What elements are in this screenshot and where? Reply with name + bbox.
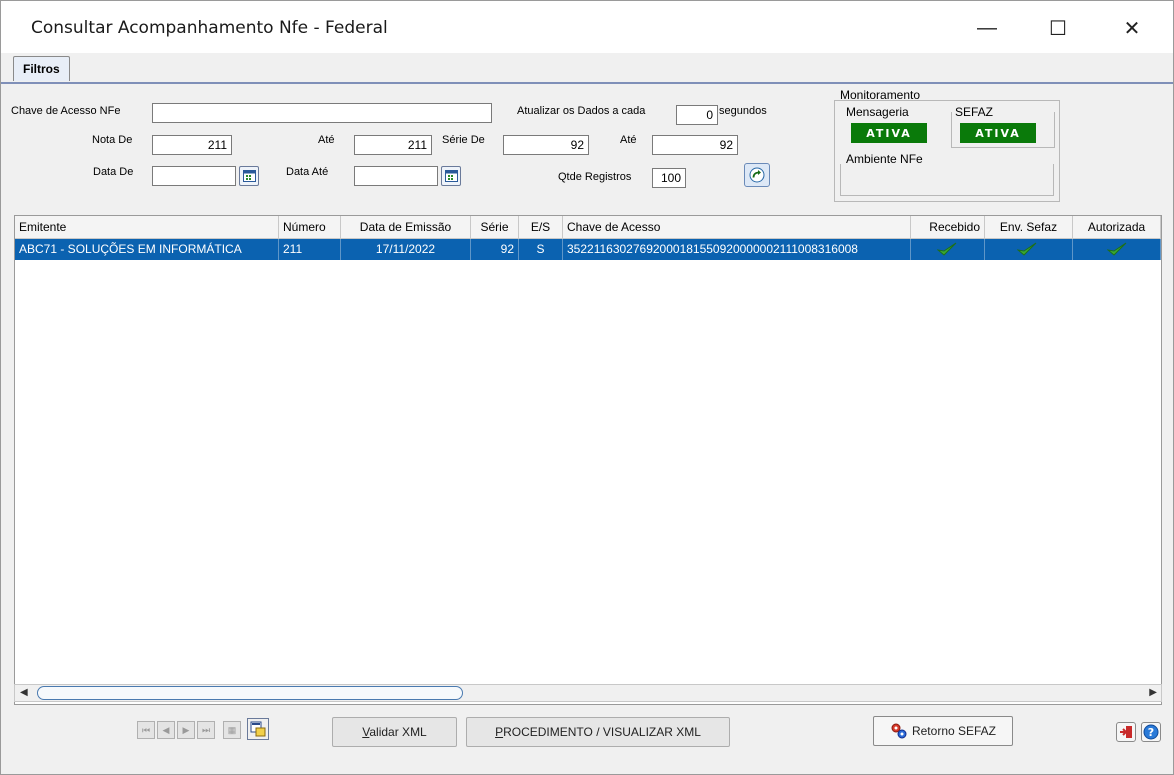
grid-header: Emitente Número Data de Emissão Série E/…: [15, 216, 1161, 239]
nav-next-icon[interactable]: ▶: [177, 721, 195, 739]
chave-input[interactable]: [152, 103, 492, 123]
validar-xml-button[interactable]: Validar XML: [332, 717, 457, 747]
cell-es: S: [519, 239, 563, 260]
mensageria-label: Mensageria: [846, 105, 909, 119]
scroll-left-icon[interactable]: ◀: [20, 687, 28, 698]
check-icon: [1017, 242, 1037, 256]
data-de-label: Data De: [93, 166, 134, 178]
chave-label: Chave de Acesso NFe: [11, 105, 121, 117]
exit-button[interactable]: [1116, 722, 1136, 742]
validar-xml-label: Validar XML: [362, 725, 427, 739]
refresh-button[interactable]: [744, 163, 770, 187]
nav-grid-icon[interactable]: ▦: [223, 721, 241, 739]
nav-prev-icon[interactable]: ◀: [157, 721, 175, 739]
help-icon: ?: [1143, 724, 1159, 740]
cell-serie: 92: [471, 239, 519, 260]
close-button[interactable]: ✕: [1109, 11, 1155, 45]
serie-ate-input[interactable]: 92: [652, 135, 738, 155]
serie-ate-label: Até: [620, 134, 637, 146]
cell-data-emissao: 17/11/2022: [341, 239, 471, 260]
minimize-button[interactable]: —: [964, 11, 1010, 45]
atualizar-input[interactable]: 0: [676, 105, 718, 125]
retorno-sefaz-button[interactable]: Retorno SEFAZ: [873, 716, 1013, 746]
procedimento-label: PROCEDIMENTO / VISUALIZAR XML: [495, 725, 701, 739]
nav-first-icon[interactable]: ⏮: [137, 721, 155, 739]
tab-strip: Filtros: [1, 53, 1173, 84]
serie-de-label: Série De: [442, 134, 485, 146]
serie-de-input[interactable]: 92: [503, 135, 589, 155]
window-title: Consultar Acompanhamento Nfe - Federal: [31, 18, 388, 38]
sefaz-status-badge: ATIVA: [960, 123, 1036, 143]
help-button[interactable]: ?: [1141, 722, 1161, 742]
qtde-label: Qtde Registros: [558, 171, 632, 183]
calendar-icon[interactable]: [239, 166, 259, 186]
exit-icon: [1120, 726, 1132, 738]
ambiente-group: [840, 164, 1054, 196]
title-bar: Consultar Acompanhamento Nfe - Federal —…: [1, 1, 1173, 53]
col-header-autorizada[interactable]: Autorizada: [1073, 216, 1161, 238]
qtde-input[interactable]: 100: [652, 168, 686, 188]
cell-recebido: [911, 239, 985, 260]
cell-emitente: ABC71 - SOLUÇÕES EM INFORMÁTICA: [15, 239, 279, 260]
col-header-serie[interactable]: Série: [471, 216, 519, 238]
nota-de-label: Nota De: [92, 134, 133, 146]
data-de-input[interactable]: [152, 166, 236, 186]
scroll-thumb[interactable]: [37, 686, 463, 700]
col-header-emitente[interactable]: Emitente: [15, 216, 279, 238]
gears-icon: [891, 723, 907, 739]
nota-ate-input[interactable]: 211: [354, 135, 432, 155]
table-row[interactable]: ABC71 - SOLUÇÕES EM INFORMÁTICA 211 17/1…: [15, 239, 1161, 260]
data-ate-label: Data Até: [286, 166, 329, 178]
horizontal-scrollbar[interactable]: ◀ ▶: [14, 684, 1162, 702]
col-header-numero[interactable]: Número: [279, 216, 341, 238]
col-header-data-emissao[interactable]: Data de Emissão: [341, 216, 471, 238]
main-window: Consultar Acompanhamento Nfe - Federal —…: [0, 0, 1174, 775]
check-icon: [937, 242, 957, 256]
cell-chave: 3522116302769200018155092000000211100831…: [563, 239, 911, 260]
col-header-chave[interactable]: Chave de Acesso: [563, 216, 911, 238]
cell-autorizada: [1073, 239, 1161, 260]
svg-text:?: ?: [1148, 726, 1154, 739]
results-grid: Emitente Número Data de Emissão Série E/…: [14, 215, 1162, 705]
maximize-button[interactable]: ☐: [1035, 11, 1081, 45]
cell-numero: 211: [279, 239, 341, 260]
mensageria-status-badge: ATIVA: [851, 123, 927, 143]
tab-filtros[interactable]: Filtros: [13, 56, 70, 81]
atualizar-label: Atualizar os Dados a cada: [517, 105, 646, 117]
check-icon: [1107, 242, 1127, 256]
nav-last-icon[interactable]: ⏭: [197, 721, 215, 739]
refresh-icon: [749, 167, 765, 183]
col-header-recebido[interactable]: Recebido: [911, 216, 985, 238]
col-header-es[interactable]: E/S: [519, 216, 563, 238]
retorno-sefaz-label: Retorno SEFAZ: [911, 724, 997, 738]
nota-ate-label: Até: [318, 134, 335, 146]
col-header-env-sefaz[interactable]: Env. Sefaz: [985, 216, 1073, 238]
data-ate-input[interactable]: [354, 166, 438, 186]
nota-de-input[interactable]: 211: [152, 135, 232, 155]
calendar-icon[interactable]: [441, 166, 461, 186]
scroll-right-icon[interactable]: ▶: [1149, 687, 1157, 698]
cell-env-sefaz: [985, 239, 1073, 260]
export-icon[interactable]: [247, 718, 269, 740]
segundos-label: segundos: [719, 105, 767, 117]
procedimento-button[interactable]: PROCEDIMENTO / VISUALIZAR XML: [466, 717, 730, 747]
